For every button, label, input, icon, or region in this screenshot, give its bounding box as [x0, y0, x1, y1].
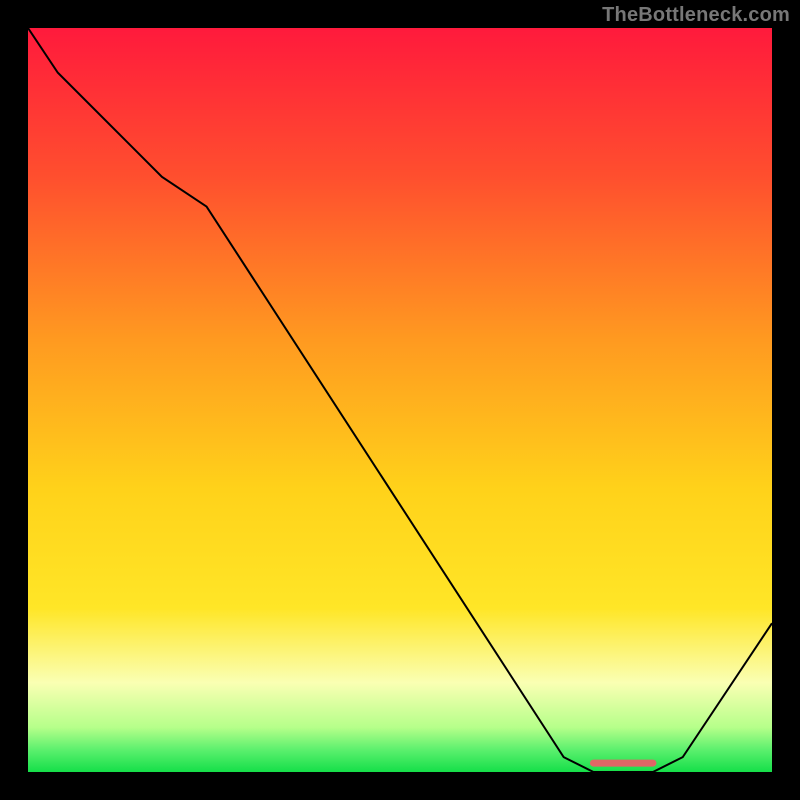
chart-svg — [28, 28, 772, 772]
plot-area — [28, 28, 772, 772]
chart-frame: TheBottleneck.com — [0, 0, 800, 800]
gradient-background — [28, 28, 772, 772]
attribution-text: TheBottleneck.com — [602, 4, 790, 27]
